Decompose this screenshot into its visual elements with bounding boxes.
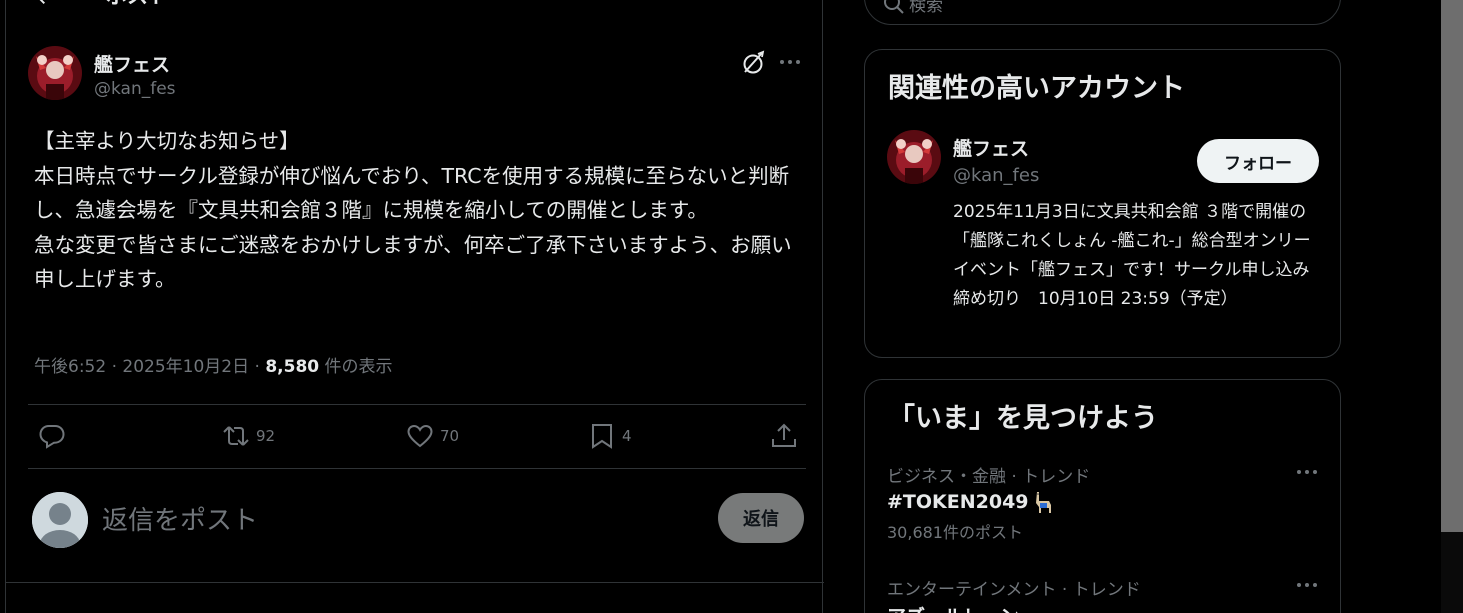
more-options-icon[interactable] <box>778 52 802 72</box>
search-input[interactable]: 検索 <box>864 0 1341 25</box>
trend-label: アズールレーン <box>887 602 1019 613</box>
follow-button[interactable]: フォロー <box>1197 139 1319 183</box>
like-action[interactable]: 70 <box>406 422 459 450</box>
repost-icon <box>223 426 249 446</box>
author-handle[interactable]: @kan_fes <box>94 79 176 99</box>
trend-name: アズールレーン <box>887 602 1319 613</box>
trend-label: #TOKEN2049 <box>887 491 1029 513</box>
trend-item[interactable]: ビジネス・金融 · トレンド #TOKEN2049 30,681件のポスト <box>887 462 1319 543</box>
like-count: 70 <box>440 427 460 445</box>
post-actions: 92 70 4 <box>28 405 806 468</box>
more-options-icon[interactable] <box>1295 575 1319 595</box>
trend-category: ビジネス・金融 · トレンド <box>887 467 1091 487</box>
bookmark-count: 4 <box>622 427 632 445</box>
divider <box>6 582 824 583</box>
post-detail-column: ポスト 艦フェス @kan_fes <box>5 0 824 613</box>
page: ポスト 艦フェス @kan_fes <box>0 0 1463 613</box>
related-accounts-panel: 関連性の高いアカウント 艦フェス @kan_fes フォロー 2025年11月3… <box>864 49 1341 358</box>
views-label: 件の表示 <box>324 357 393 377</box>
repost-count: 92 <box>256 427 276 445</box>
llama-emoji-icon <box>1035 492 1051 513</box>
author-name[interactable]: 艦フェス <box>94 50 170 77</box>
search-icon <box>884 0 904 14</box>
repost-action[interactable]: 92 <box>222 422 275 450</box>
views-count: 8,580 <box>265 357 320 377</box>
top-bar: ポスト <box>6 0 822 14</box>
reply-action[interactable] <box>38 422 66 450</box>
more-options-icon[interactable] <box>1295 462 1319 482</box>
trend-name: #TOKEN2049 <box>887 489 1319 515</box>
post-date[interactable]: 2025年10月2日 <box>122 357 249 377</box>
account-handle[interactable]: @kan_fes <box>953 165 1039 186</box>
trend-item[interactable]: エンターテインメント · トレンド アズールレーン <box>887 575 1319 613</box>
account-bio: 2025年11月3日に文具共和会館 ３階で開催の「艦隊これくしょん -艦これ-」… <box>953 202 1311 309</box>
explore-panel: 「いま」を見つけよう ビジネス・金融 · トレンド #TOKEN2049 30,… <box>864 379 1341 613</box>
post-time[interactable]: 午後6:52 <box>34 357 106 377</box>
scrollbar-thumb[interactable] <box>1441 0 1463 532</box>
grok-icon[interactable] <box>740 50 766 76</box>
bookmark-icon <box>592 424 612 449</box>
reply-composer: 返信をポスト 返信 <box>28 490 806 550</box>
post-author: 艦フェス @kan_fes <box>28 46 808 106</box>
user-avatar[interactable] <box>32 492 88 548</box>
page-title: ポスト <box>106 0 169 8</box>
reply-input[interactable]: 返信をポスト <box>102 500 258 537</box>
panel-title: 「いま」を見つけよう <box>888 403 1158 434</box>
search-placeholder: 検索 <box>909 0 943 16</box>
account-name[interactable]: 艦フェス <box>953 134 1029 161</box>
meta-separator: · <box>111 357 117 377</box>
reply-button[interactable]: 返信 <box>718 493 804 543</box>
heart-icon <box>407 424 433 448</box>
trend-post-count: 30,681件のポスト <box>887 523 1023 542</box>
back-arrow-icon[interactable] <box>32 0 56 8</box>
avatar[interactable] <box>887 130 941 184</box>
trend-category: エンターテインメント · トレンド <box>887 580 1141 600</box>
divider <box>28 468 806 469</box>
post-text: 【主宰より大切なお知らせ】 本日時点でサークル登録が伸び悩んでおり、TRCを使用… <box>34 129 792 292</box>
share-icon <box>772 423 796 447</box>
reply-icon <box>39 425 65 449</box>
share-action[interactable] <box>770 422 798 450</box>
panel-title: 関連性の高いアカウント <box>888 73 1185 104</box>
bookmark-action[interactable]: 4 <box>588 422 632 450</box>
meta-separator: · <box>254 357 260 377</box>
post-meta: 午後6:52 · 2025年10月2日 · 8,580 件の表示 <box>34 352 393 377</box>
avatar[interactable] <box>28 46 82 100</box>
